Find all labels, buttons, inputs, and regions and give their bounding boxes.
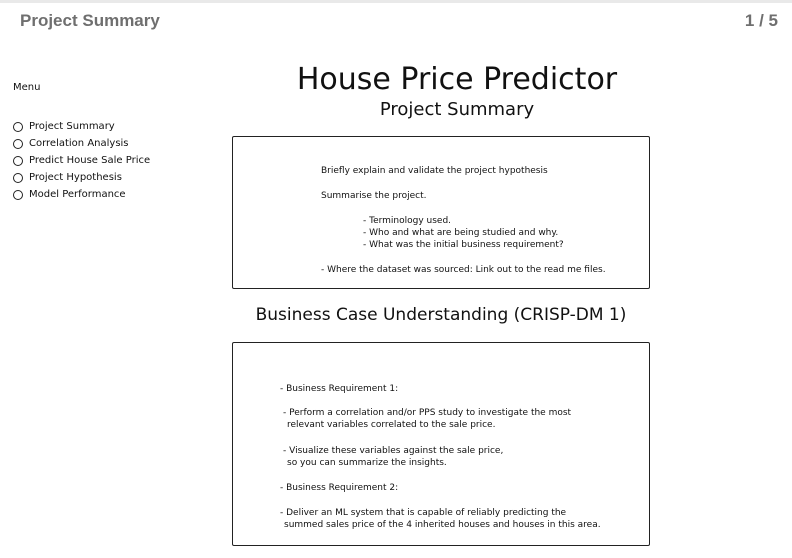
project-summary-box: Briefly explain and validate the project… [232, 136, 650, 289]
business-line: - Business Requirement 1: [280, 384, 399, 394]
summary-line: - Terminology used. [363, 216, 452, 226]
menu-heading: Menu [13, 82, 41, 93]
page-title: Project Summary [20, 11, 160, 30]
business-line: - Perform a correlation and/or PPS study… [283, 408, 572, 418]
sidebar-item-label: Project Hypothesis [29, 172, 122, 183]
section-heading: Business Case Understanding (CRISP-DM 1) [255, 305, 627, 325]
summary-line: Briefly explain and validate the project… [321, 166, 548, 176]
summary-line: - What was the initial business requirem… [363, 240, 564, 250]
sidebar-item-label: Model Performance [29, 189, 126, 200]
main-title: House Price Predictor [296, 62, 618, 97]
sidebar-item-predict-house-sale-price[interactable]: Predict House Sale Price [13, 152, 150, 169]
sidebar-item-model-performance[interactable]: Model Performance [13, 186, 150, 203]
sidebar-item-label: Predict House Sale Price [29, 155, 151, 166]
radio-icon[interactable] [13, 138, 23, 149]
summary-line: - Where the dataset was sourced: Link ou… [321, 265, 606, 275]
page-indicator: 1 / 5 [744, 11, 778, 30]
business-line: summed sales price of the 4 inherited ho… [284, 520, 601, 530]
top-bar: Project Summary 1 / 5 [0, 0, 792, 44]
sidebar-item-label: Project Summary [29, 121, 115, 132]
radio-icon[interactable] [13, 121, 23, 132]
business-line: - Deliver an ML system that is capable o… [280, 508, 567, 518]
summary-line: - Who and what are being studied and why… [363, 228, 559, 238]
business-line: - Visualize these variables against the … [283, 446, 504, 456]
sidebar-menu: Project Summary Correlation Analysis Pre… [13, 118, 150, 203]
business-line: - Business Requirement 2: [280, 483, 399, 493]
radio-icon[interactable] [13, 172, 23, 183]
radio-icon[interactable] [13, 155, 23, 166]
sidebar-item-project-hypothesis[interactable]: Project Hypothesis [13, 169, 150, 186]
business-line: relevant variables correlated to the sal… [287, 420, 496, 430]
radio-icon[interactable] [13, 189, 23, 200]
main-subtitle: Project Summary [379, 99, 535, 120]
sidebar-item-project-summary[interactable]: Project Summary [13, 118, 150, 135]
summary-line: Summarise the project. [321, 191, 427, 201]
sidebar-item-correlation-analysis[interactable]: Correlation Analysis [13, 135, 150, 152]
business-case-box: - Business Requirement 1: - Perform a co… [232, 342, 650, 546]
sidebar-item-label: Correlation Analysis [29, 138, 129, 149]
business-line: so you can summarize the insights. [287, 458, 447, 468]
